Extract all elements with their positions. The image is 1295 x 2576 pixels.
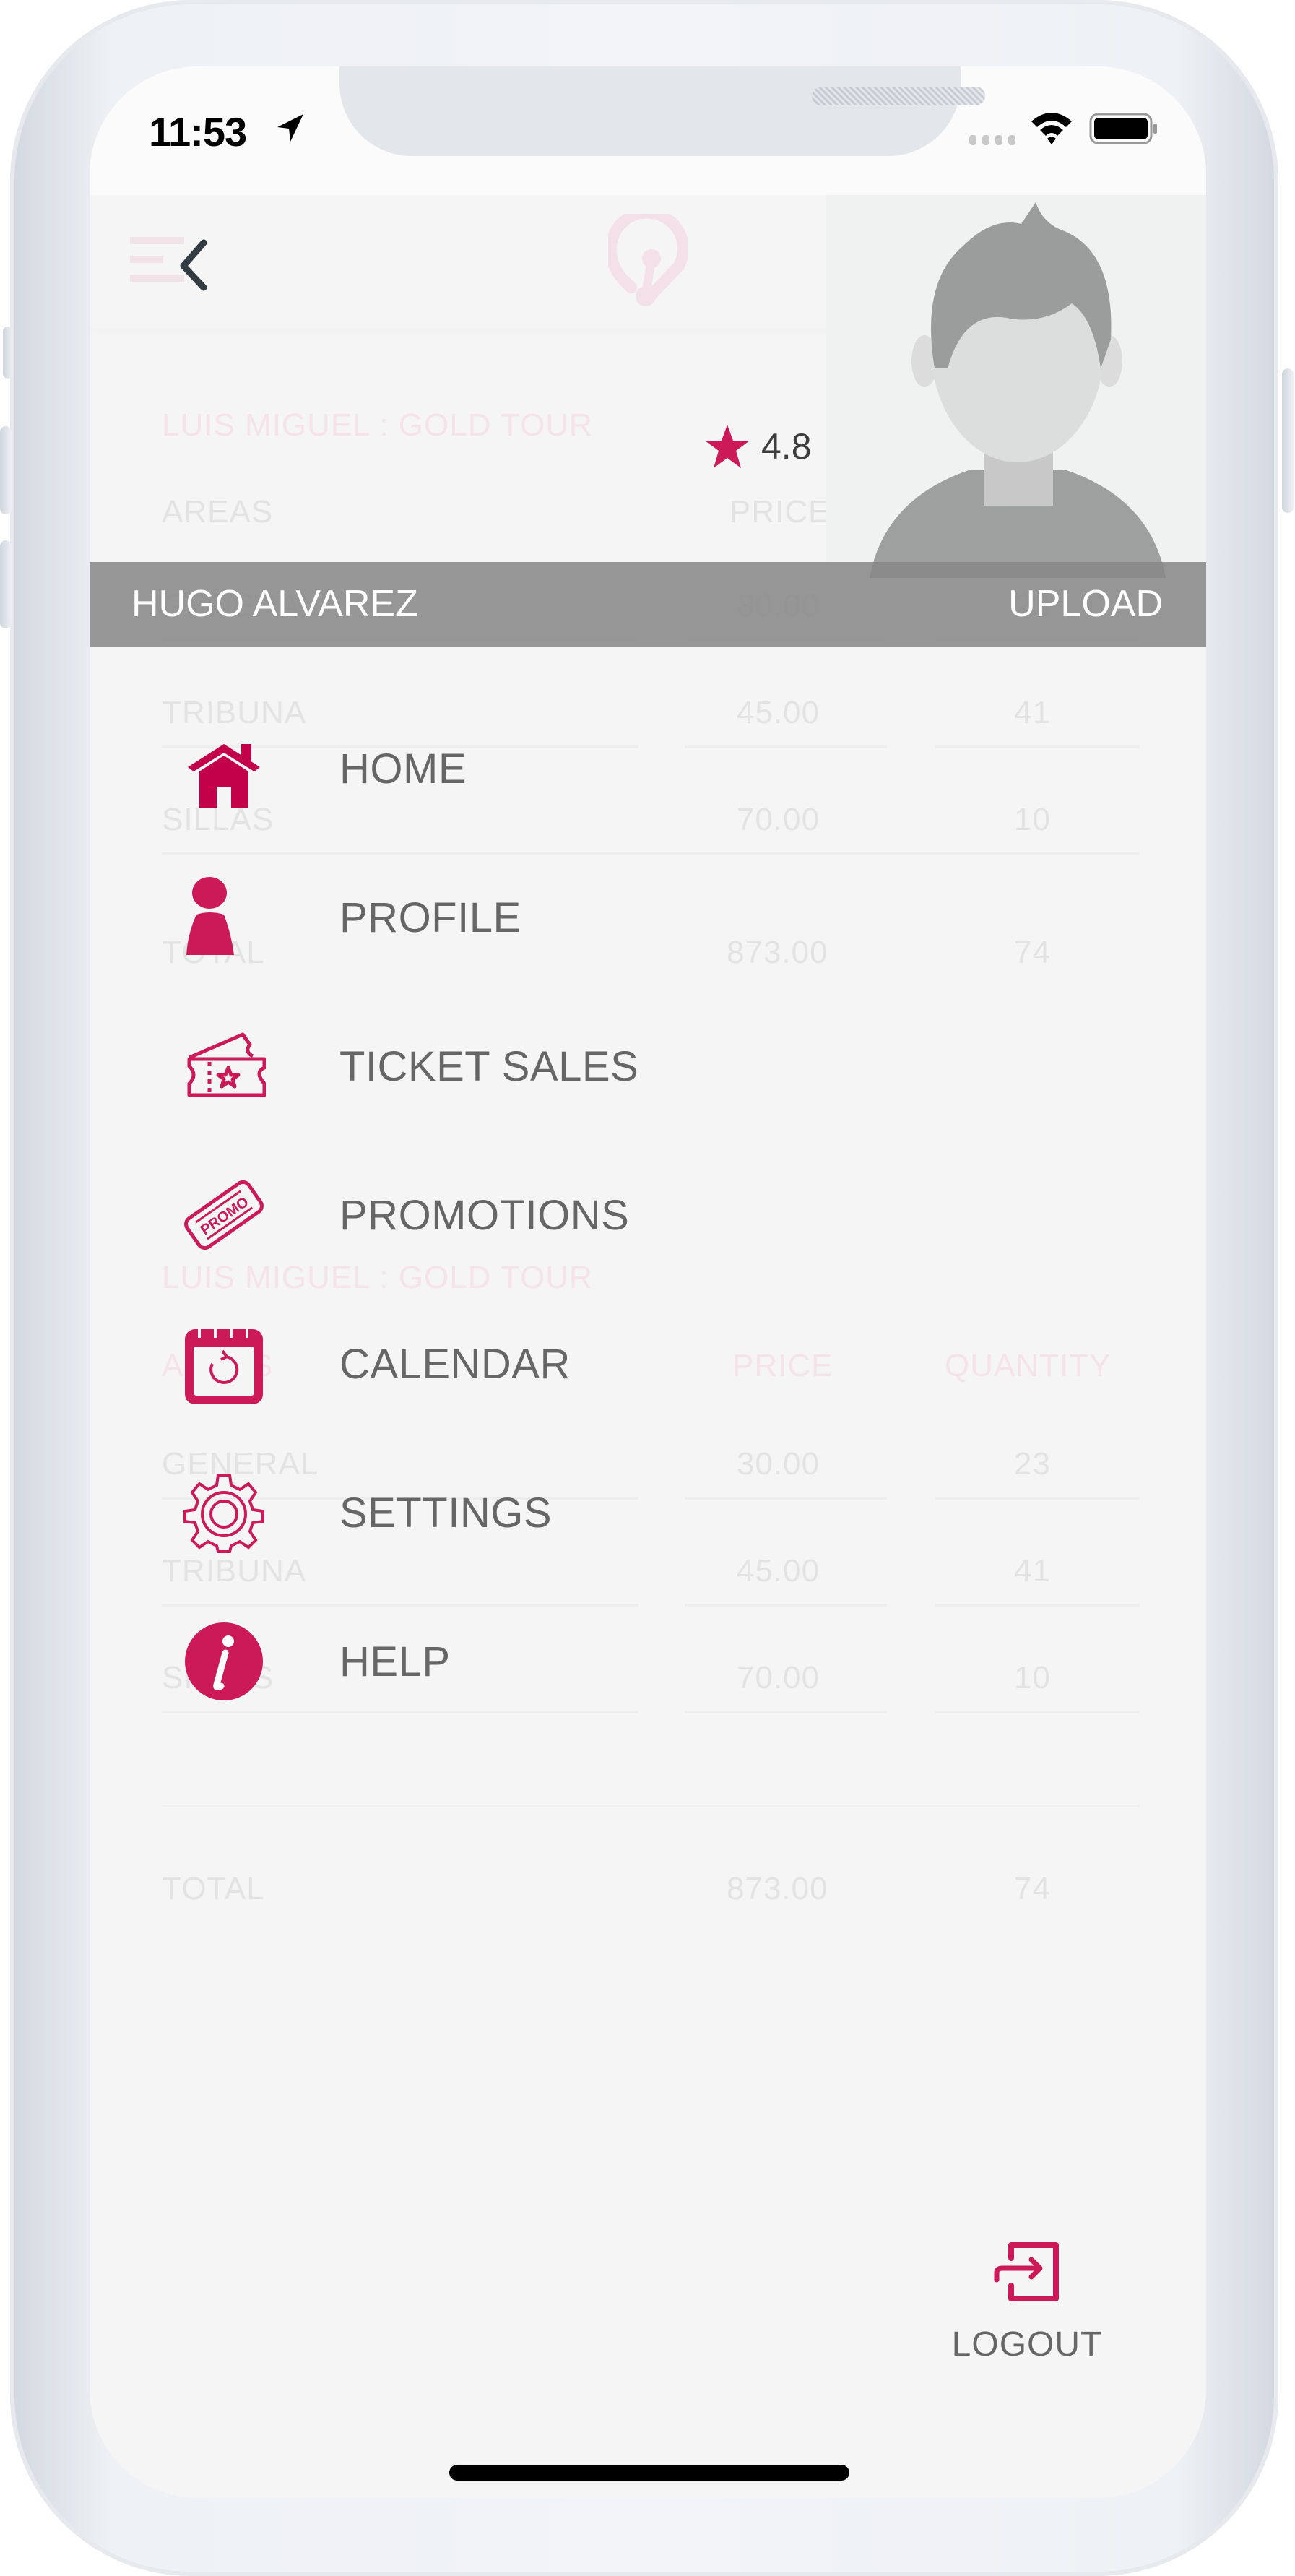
status-time: 11:53: [149, 109, 247, 155]
ticket-icon: [182, 1024, 266, 1108]
logout-button[interactable]: LOGOUT: [940, 2241, 1114, 2364]
row-divider: [162, 1604, 638, 1607]
user-rating: 4.8: [703, 423, 812, 470]
row-quantity: 23: [1014, 1446, 1051, 1482]
row-divider: [162, 852, 1140, 855]
total-price: 873.00: [727, 1871, 828, 1906]
menu-item-label: HELP: [339, 1638, 451, 1685]
close-menu-button[interactable]: [130, 230, 224, 295]
col-header-price: PRICE: [729, 494, 831, 530]
phone-volume-up-button: [0, 426, 12, 514]
star-icon: [705, 425, 750, 468]
total-label: TOTAL: [162, 1871, 265, 1906]
phone-silent-switch: [3, 327, 13, 379]
card-title: LUIS MIGUEL : GOLD TOUR: [162, 1260, 593, 1295]
row-divider: [935, 1711, 1140, 1713]
menu-item-label: PROFILE: [339, 894, 521, 941]
notch: [339, 66, 985, 156]
menu-item-help[interactable]: HELP: [182, 1618, 832, 1705]
app-content: LUIS MIGUEL : GOLD TOUR AREAS PRICE QUAN…: [90, 195, 1206, 2498]
menu-item-profile[interactable]: PROFILE: [182, 874, 832, 961]
info-icon: [182, 1620, 266, 1703]
brand-pin-logo-icon: [608, 214, 688, 306]
location-arrow-icon: [277, 114, 303, 142]
col-header-quantity: QUANTITY: [945, 1348, 1112, 1383]
speaker-grille: [812, 87, 985, 105]
row-quantity: 10: [1014, 802, 1051, 837]
row-divider: [935, 1497, 1140, 1500]
menu-item-label: PROMOTIONS: [339, 1191, 630, 1239]
menu-item-label: CALENDAR: [339, 1340, 571, 1388]
row-quantity: 41: [1014, 1553, 1051, 1589]
menu-item-promotions[interactable]: PROMO PROMOTIONS: [182, 1172, 832, 1258]
row-divider: [162, 1805, 1140, 1807]
total-quantity: 74: [1014, 1871, 1051, 1906]
user-icon: [182, 876, 266, 959]
logout-label: LOGOUT: [951, 2325, 1103, 2364]
gear-icon: [182, 1471, 266, 1555]
profile-name-bar: HUGO ALVAREZ UPLOAD: [90, 562, 1206, 647]
menu-item-label: SETTINGS: [339, 1489, 553, 1536]
col-header-areas: AREAS: [162, 494, 274, 530]
row-divider: [685, 1604, 887, 1607]
row-divider: [685, 1711, 887, 1713]
total-quantity: 74: [1014, 935, 1051, 970]
phone-screen: 11:53 LUIS MIGUEL : GOLD TOUR AREAS PRIC…: [90, 66, 1206, 2498]
card-title: LUIS MIGUEL : GOLD TOUR: [162, 407, 593, 443]
promo-tag-icon: PROMO: [182, 1173, 266, 1257]
home-icon: [182, 727, 266, 811]
phone-volume-down-button: [0, 540, 12, 628]
status-bar: 11:53: [90, 66, 1206, 195]
user-name: HUGO ALVAREZ: [131, 583, 418, 625]
default-avatar-icon: [870, 202, 1166, 578]
calendar-icon: [182, 1322, 266, 1406]
row-quantity: 10: [1014, 1660, 1051, 1695]
row-divider: [935, 745, 1140, 748]
chevron-left-icon: [180, 239, 207, 291]
row-price: 45.00: [737, 1553, 820, 1589]
row-divider: [162, 1711, 638, 1713]
menu-item-label: HOME: [339, 745, 467, 792]
wifi-icon: [1031, 113, 1072, 144]
menu-item-ticket-sales[interactable]: TICKET SALES: [182, 1023, 832, 1110]
menu-item-calendar[interactable]: CALENDAR: [182, 1321, 832, 1407]
battery-icon: [1089, 113, 1157, 144]
upload-photo-button[interactable]: UPLOAD: [1008, 582, 1163, 626]
cellular-signal-icon: [969, 135, 1015, 145]
row-area: TRIBUNA: [162, 1553, 307, 1589]
rating-value: 4.8: [761, 426, 812, 467]
phone-power-button: [1282, 368, 1294, 513]
row-quantity: 41: [1014, 695, 1051, 730]
menu-item-home[interactable]: HOME: [182, 725, 832, 812]
menu-item-label: TICKET SALES: [339, 1042, 639, 1090]
profile-photo[interactable]: [826, 195, 1206, 578]
logout-icon: [994, 2242, 1059, 2301]
menu-item-settings[interactable]: SETTINGS: [182, 1469, 832, 1556]
row-divider: [935, 1604, 1140, 1607]
home-indicator[interactable]: [449, 2465, 849, 2481]
